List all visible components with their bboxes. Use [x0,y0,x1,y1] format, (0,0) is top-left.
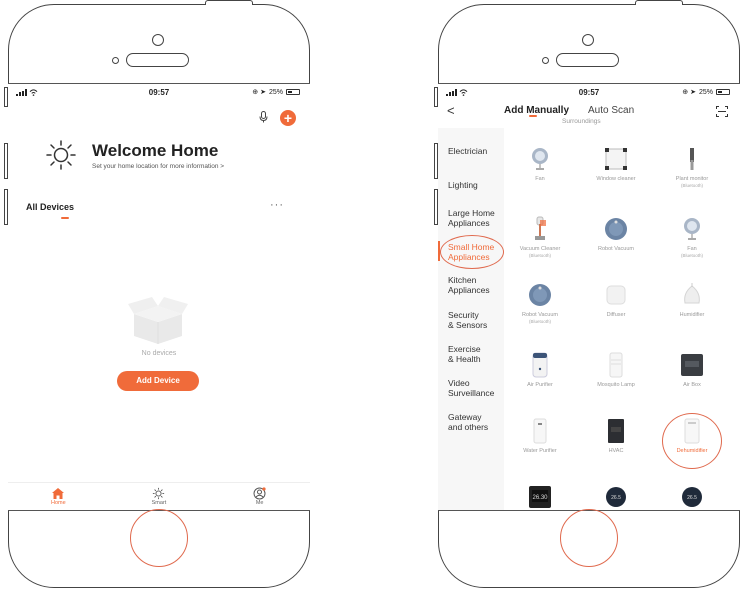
annotation-circle-category [440,235,504,269]
device-humidifier[interactable]: Humidifier [664,282,720,319]
category-security-sensors[interactable]: Security & Sensors [448,310,487,330]
front-camera [582,34,594,46]
device-thermostat-round[interactable]: 26.5 [588,484,644,510]
water-purifier-icon [527,418,553,444]
plant-monitor-icon [679,146,705,172]
device-thermostat[interactable]: 26.30 [512,484,568,510]
device-water-purifier[interactable]: Water Purifier [512,418,568,455]
svg-text:26.5: 26.5 [611,495,621,501]
phone-frame-right: 09:57 ⊕ ➤ 25% < Add Manually Auto Scan S… [434,0,740,588]
diffuser-icon [603,282,629,308]
fan-icon [527,146,553,172]
sun-icon [46,140,76,170]
thermostat-round-icon: 26.5 [679,484,705,510]
scan-icon[interactable] [716,106,728,117]
profile-icon [230,486,290,500]
more-options-icon[interactable]: ··· [270,199,284,211]
device-thermostat-round-2[interactable]: 26.5 [664,484,720,510]
category-exercise-health[interactable]: Exercise & Health [448,344,481,364]
tab-me-label: Me [255,500,264,506]
tab-smart[interactable]: Smart [129,483,189,510]
stage: 09:57 ⊕ ➤ 25% + Welcome Home Set your ho… [0,0,743,594]
tab-home[interactable]: Home [28,483,88,510]
svg-text:26.5: 26.5 [687,495,697,501]
hvac-icon [603,418,629,444]
thermostat-round-icon: 26.5 [603,484,629,510]
status-time: 09:57 [578,87,600,97]
empty-state-text: No devices [141,350,177,357]
device-hvac[interactable]: HVAC [588,418,644,455]
section-header: Surroundings [562,118,601,125]
category-kitchen-appliances[interactable]: Kitchen Appliances [448,275,490,295]
device-mosquito-lamp[interactable]: Mosquito Lamp [588,352,644,389]
tab-me[interactable]: Me [230,483,290,510]
device-air-purifier[interactable]: Air Purifier [512,352,568,389]
air-box-icon [679,352,705,378]
home-icon [28,486,88,500]
proximity-sensor [112,57,119,64]
device-air-box[interactable]: Air Box [664,352,720,389]
category-large-home-appliances[interactable]: Large Home Appliances [448,208,495,228]
device-plant-monitor[interactable]: Plant monitor (Bluetooth) [664,146,720,189]
category-sidebar: Electrician Lighting Large Home Appliance… [438,128,504,510]
category-gateway-others[interactable]: Gateway and others [448,412,488,432]
empty-box-icon [128,297,188,344]
tab-indicator [529,115,537,117]
air-purifier-icon [527,352,553,378]
thermostat-icon: 26.30 [527,484,553,510]
chevron-right-icon: > [220,163,225,170]
status-bar: 09:57 ⊕ ➤ 25% [438,84,740,100]
annotation-circle-device [662,413,722,469]
phone-frame-left: 09:57 ⊕ ➤ 25% + Welcome Home Set your ho… [4,0,310,588]
status-time: 09:57 [148,87,170,97]
tab-home-label: Home [50,500,66,506]
device-diffuser[interactable]: Diffuser [588,282,644,319]
category-video-surveillance[interactable]: Video Surveillance [448,378,494,398]
device-fan-bluetooth[interactable]: Fan (Bluetooth) [664,216,720,259]
battery-icon [286,89,300,95]
microphone-icon[interactable] [259,110,268,126]
home-button[interactable] [130,509,188,567]
device-window-cleaner[interactable]: Window cleaner [588,146,644,183]
add-device-button[interactable]: Add Device [117,371,199,391]
tab-smart-label: Smart [151,500,167,506]
device-vacuum-cleaner[interactable]: Vacuum Cleaner (Bluetooth) [512,216,568,259]
power-button [205,0,253,5]
screen-left: 09:57 ⊕ ➤ 25% + Welcome Home Set your ho… [8,83,310,511]
power-button [635,0,683,5]
all-devices-tab[interactable]: All Devices [26,202,74,212]
proximity-sensor [542,57,549,64]
sun-icon [129,486,189,500]
category-electrician[interactable]: Electrician [448,146,487,156]
earpiece-speaker [556,53,619,67]
front-camera [152,34,164,46]
home-location-hint[interactable]: Set your home location for more informat… [92,163,224,170]
device-fan[interactable]: Fan [512,146,568,183]
tab-auto-scan[interactable]: Auto Scan [588,105,634,116]
home-location-hint-text: Set your home location for more informat… [92,163,219,170]
screen-right: 09:57 ⊕ ➤ 25% < Add Manually Auto Scan S… [438,83,740,511]
svg-text:26.30: 26.30 [532,495,548,501]
window-cleaner-icon [603,146,629,172]
back-icon[interactable]: < [447,103,455,118]
device-robot-vacuum[interactable]: Robot Vacuum [588,216,644,253]
device-robot-vacuum-bluetooth[interactable]: Robot Vacuum (Bluetooth) [512,282,568,325]
earpiece-speaker [126,53,189,67]
category-lighting[interactable]: Lighting [448,180,478,190]
tab-indicator [61,217,69,219]
home-title[interactable]: Welcome Home [92,141,218,161]
robot-vacuum-icon [603,216,629,242]
bottom-tab-bar: Home Smart Me [8,482,310,510]
mosquito-lamp-icon [603,352,629,378]
add-device-plus-icon[interactable]: + [280,110,296,126]
humidifier-icon [679,282,705,308]
robot-vacuum-icon [527,282,553,308]
battery-icon [716,89,730,95]
home-button[interactable] [560,509,618,567]
vacuum-cleaner-icon [527,216,553,242]
status-bar: 09:57 ⊕ ➤ 25% [8,84,310,100]
fan-icon [679,216,705,242]
